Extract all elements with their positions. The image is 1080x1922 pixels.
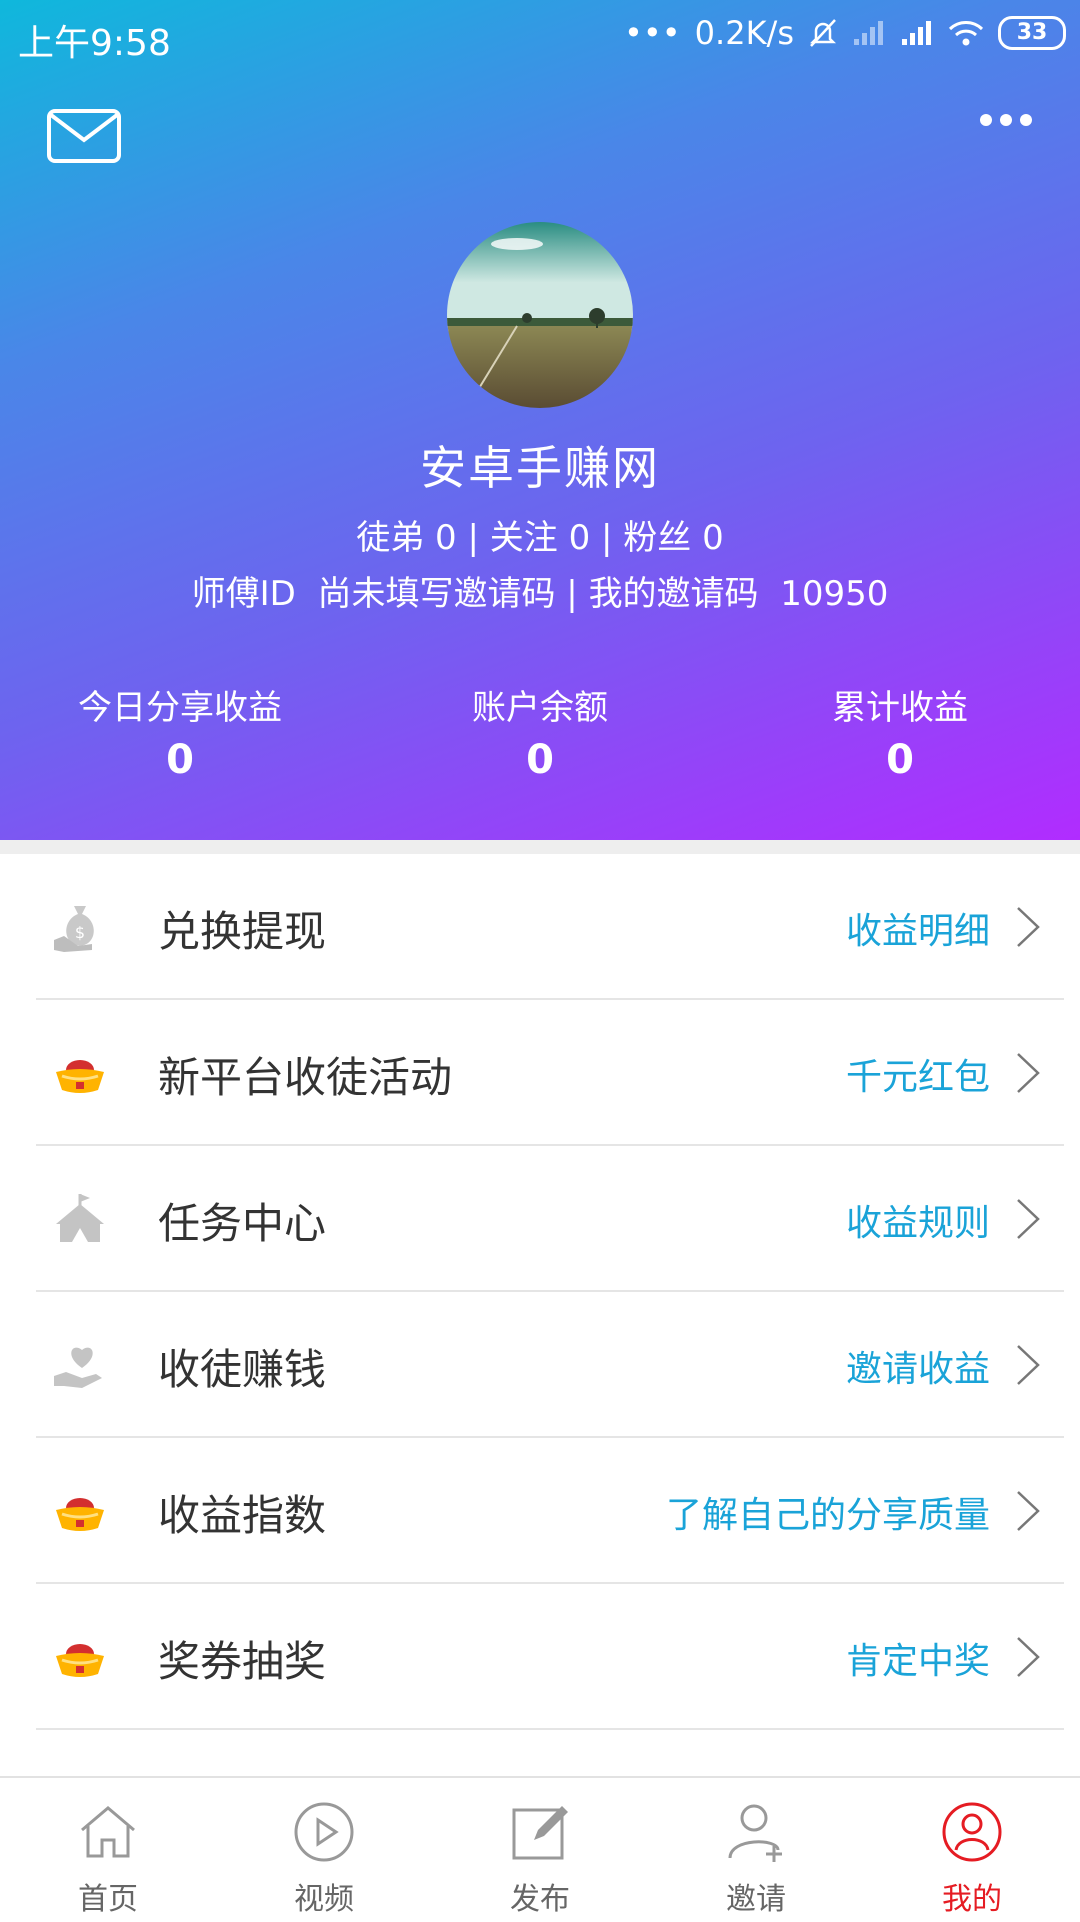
tent-icon bbox=[56, 1194, 104, 1242]
stat-label: 今日分享收益 bbox=[78, 688, 282, 728]
menu-link[interactable]: 收益规则 bbox=[846, 1194, 990, 1246]
stat-balance[interactable]: 账户余额 0 bbox=[360, 680, 720, 783]
divider: | bbox=[467, 518, 490, 558]
edit-icon bbox=[512, 1806, 568, 1860]
mail-icon[interactable] bbox=[46, 108, 122, 164]
tab-label: 我的 bbox=[942, 1882, 1002, 1917]
earnings-stats: 今日分享收益 0 账户余额 0 累计收益 0 bbox=[0, 680, 1080, 783]
bottom-tab-bar: 首页 视频 发布 邀请 我的 bbox=[0, 1776, 1080, 1922]
wifi-icon bbox=[948, 21, 984, 46]
tab-mine[interactable]: 我的 bbox=[864, 1778, 1080, 1922]
menu-item-lottery[interactable]: 奖券抽奖 肯定中奖 bbox=[36, 1584, 1064, 1730]
stat-value: 0 bbox=[886, 737, 914, 783]
menu-link[interactable]: 千元红包 bbox=[846, 1048, 990, 1100]
tab-publish[interactable]: 发布 bbox=[432, 1778, 648, 1922]
avatar[interactable] bbox=[447, 222, 633, 408]
menu-label: 奖券抽奖 bbox=[158, 1637, 327, 1686]
section-divider bbox=[0, 840, 1080, 854]
master-id-value[interactable]: 尚未填写邀请码 bbox=[317, 574, 555, 614]
menu-link[interactable]: 了解自己的分享质量 bbox=[666, 1486, 990, 1538]
chevron-right-icon bbox=[1017, 907, 1040, 947]
svg-text:$: $ bbox=[75, 923, 85, 942]
menu-item-task-center[interactable]: 任务中心 收益规则 bbox=[36, 1146, 1064, 1292]
home-icon bbox=[81, 1806, 135, 1858]
fans-stat[interactable]: 粉丝 0 bbox=[623, 518, 723, 558]
chevron-right-icon bbox=[1017, 1637, 1040, 1677]
profile-header: 上午9:58 ••• 0.2K/s 33 安卓手赚网 徒弟 0 | 关注 0 |… bbox=[0, 0, 1080, 840]
menu-label: 收益指数 bbox=[158, 1491, 327, 1540]
menu-label: 收徒赚钱 bbox=[158, 1345, 327, 1394]
stat-value: 0 bbox=[526, 737, 554, 783]
tab-label: 邀请 bbox=[726, 1882, 786, 1917]
menu-link[interactable]: 邀请收益 bbox=[846, 1340, 990, 1392]
menu-label: 兑换提现 bbox=[158, 907, 327, 956]
money-bag-icon: $ bbox=[54, 906, 94, 952]
following-stat[interactable]: 关注 0 bbox=[490, 518, 590, 558]
stat-label: 累计收益 bbox=[832, 688, 968, 728]
profile-icon bbox=[942, 1802, 1002, 1862]
id-info: 师傅ID 尚未填写邀请码 | 我的邀请码 10950 bbox=[0, 566, 1080, 615]
chevron-right-icon bbox=[1017, 1199, 1040, 1239]
gold-ingot-icon bbox=[56, 1498, 104, 1531]
stat-value: 0 bbox=[166, 737, 194, 783]
network-speed: 0.2K/s bbox=[694, 14, 794, 52]
menu-item-withdraw[interactable]: $ 兑换提现 收益明细 bbox=[36, 854, 1064, 1000]
mute-bell-icon bbox=[809, 19, 837, 47]
chevron-right-icon bbox=[1017, 1053, 1040, 1093]
add-user-icon bbox=[728, 1804, 782, 1862]
tab-home[interactable]: 首页 bbox=[0, 1778, 216, 1922]
status-time: 上午9:58 bbox=[18, 23, 171, 64]
divider: | bbox=[566, 574, 589, 614]
tab-invite[interactable]: 邀请 bbox=[648, 1778, 864, 1922]
invite-code-label: 我的邀请码 bbox=[588, 574, 759, 614]
menu-list: $ 兑换提现 收益明细 新平台收徒活动 千元红包 任务中心 收益规则 收徒赚钱 … bbox=[0, 854, 1080, 1730]
menu-item-recruit-earn[interactable]: 收徒赚钱 邀请收益 bbox=[36, 1292, 1064, 1438]
battery-indicator: 33 bbox=[998, 16, 1066, 50]
stat-today-share[interactable]: 今日分享收益 0 bbox=[0, 680, 360, 783]
master-id-label: 师傅ID bbox=[191, 574, 296, 614]
menu-label: 任务中心 bbox=[158, 1199, 327, 1248]
signal-weak-icon bbox=[854, 21, 883, 45]
follow-stats: 徒弟 0 | 关注 0 | 粉丝 0 bbox=[0, 510, 1080, 559]
more-options-icon[interactable] bbox=[978, 110, 1034, 130]
heart-hand-icon bbox=[54, 1347, 102, 1388]
menu-item-earnings-index[interactable]: 收益指数 了解自己的分享质量 bbox=[36, 1438, 1064, 1584]
gold-ingot-icon bbox=[56, 1060, 104, 1093]
tab-video[interactable]: 视频 bbox=[216, 1778, 432, 1922]
menu-link[interactable]: 肯定中奖 bbox=[846, 1632, 990, 1684]
username: 安卓手赚网 bbox=[420, 441, 660, 495]
tab-label: 视频 bbox=[294, 1882, 354, 1917]
chevron-right-icon bbox=[1017, 1491, 1040, 1531]
menu-item-recruit-activity[interactable]: 新平台收徒活动 千元红包 bbox=[36, 1000, 1064, 1146]
tab-label: 首页 bbox=[78, 1882, 138, 1917]
stat-label: 账户余额 bbox=[472, 688, 608, 728]
chevron-right-icon bbox=[1017, 1345, 1040, 1385]
status-bar: 上午9:58 ••• 0.2K/s 33 bbox=[0, 0, 1080, 74]
divider: | bbox=[601, 518, 624, 558]
menu-label: 新平台收徒活动 bbox=[158, 1053, 453, 1102]
menu-link[interactable]: 收益明细 bbox=[846, 902, 990, 954]
status-indicators: ••• 0.2K/s 33 bbox=[624, 14, 1066, 52]
more-dots-icon: ••• bbox=[624, 14, 681, 52]
apprentice-stat[interactable]: 徒弟 0 bbox=[356, 518, 456, 558]
invite-code-value[interactable]: 10950 bbox=[780, 574, 888, 614]
stat-total[interactable]: 累计收益 0 bbox=[720, 680, 1080, 783]
tab-label: 发布 bbox=[510, 1882, 570, 1917]
signal-icon bbox=[902, 21, 931, 45]
gold-ingot-icon bbox=[56, 1644, 104, 1677]
play-icon bbox=[294, 1802, 354, 1862]
